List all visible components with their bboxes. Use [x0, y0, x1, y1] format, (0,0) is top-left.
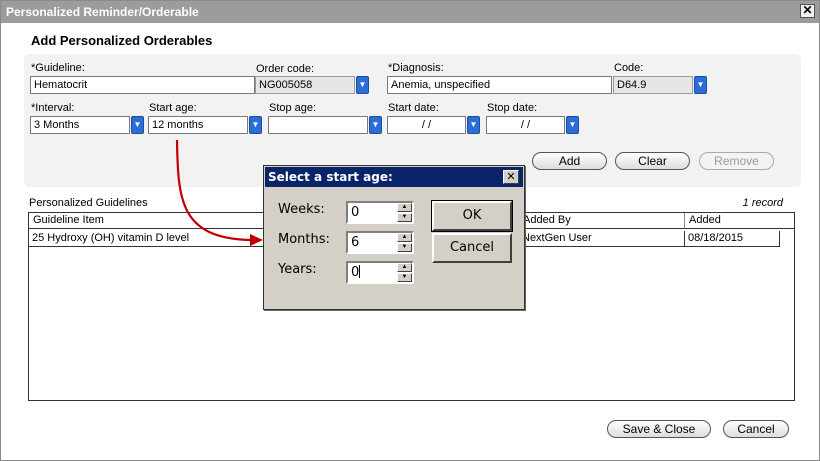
code-dropdown-icon[interactable]: ▼: [694, 76, 707, 94]
start-date-dropdown-icon[interactable]: ▼: [467, 116, 480, 134]
guideline-label: *Guideline:: [31, 62, 85, 74]
months-stepper[interactable]: 6 ▲ ▼: [346, 231, 414, 254]
spin-down-icon[interactable]: ▼: [397, 273, 412, 282]
cancel-button[interactable]: Cancel: [723, 420, 789, 438]
months-spin-buttons: ▲ ▼: [397, 233, 412, 252]
record-count: 1 record: [742, 197, 783, 209]
dialog-cancel-button[interactable]: Cancel: [432, 233, 512, 263]
text-caret: [359, 265, 361, 278]
spin-down-icon[interactable]: ▼: [397, 243, 412, 252]
window-close-icon[interactable]: ✕: [800, 4, 815, 18]
remove-button: Remove: [699, 152, 774, 170]
cell-added: 08/18/2015: [685, 231, 780, 247]
months-label: Months:: [278, 232, 330, 247]
interval-label: *Interval:: [31, 102, 75, 114]
spin-up-icon[interactable]: ▲: [397, 203, 412, 212]
dialog-titlebar: Select a start age: ✕: [265, 167, 523, 187]
spin-down-icon[interactable]: ▼: [397, 213, 412, 222]
weeks-value: 0: [351, 205, 360, 220]
stop-age-dropdown-icon[interactable]: ▼: [369, 116, 382, 134]
weeks-stepper[interactable]: 0 ▲ ▼: [346, 201, 414, 224]
grid-title: Personalized Guidelines: [29, 197, 148, 209]
stop-age-select[interactable]: [268, 116, 368, 134]
spin-up-icon[interactable]: ▲: [397, 263, 412, 272]
interval-dropdown-icon[interactable]: ▼: [131, 116, 144, 134]
start-age-select[interactable]: 12 months: [148, 116, 248, 134]
code-field: D64.9: [613, 76, 693, 94]
spin-up-icon[interactable]: ▲: [397, 233, 412, 242]
weeks-label: Weeks:: [278, 202, 325, 217]
years-label: Years:: [278, 262, 317, 277]
start-age-dropdown-icon[interactable]: ▼: [249, 116, 262, 134]
diagnosis-field[interactable]: Anemia, unspecified: [387, 76, 612, 94]
order-code-field: NG005058: [255, 76, 355, 94]
start-age-label: Start age:: [149, 102, 197, 114]
start-age-dialog: Select a start age: ✕ Weeks: 0 ▲ ▼ Month…: [263, 165, 525, 310]
clear-button[interactable]: Clear: [615, 152, 690, 170]
window-title: Personalized Reminder/Orderable: [6, 5, 199, 19]
order-code-dropdown-icon[interactable]: ▼: [356, 76, 369, 94]
start-date-label: Start date:: [388, 102, 439, 114]
years-stepper[interactable]: 0 ▲ ▼: [346, 261, 414, 284]
guideline-field[interactable]: Hematocrit: [30, 76, 255, 94]
add-button[interactable]: Add: [532, 152, 607, 170]
column-header-added[interactable]: Added: [685, 213, 794, 229]
order-code-label: Order code:: [256, 63, 315, 75]
start-date-field[interactable]: / /: [387, 116, 466, 134]
ok-button[interactable]: OK: [431, 200, 513, 232]
stop-date-field[interactable]: / /: [486, 116, 565, 134]
window-titlebar: Personalized Reminder/Orderable ✕: [1, 1, 819, 23]
diagnosis-label: *Diagnosis:: [388, 62, 444, 74]
stop-date-dropdown-icon[interactable]: ▼: [566, 116, 579, 134]
years-value: 0: [351, 265, 360, 280]
column-header-added-by[interactable]: Added By: [519, 213, 685, 229]
code-label: Code:: [614, 62, 644, 74]
cell-added-by: NextGen User: [519, 231, 685, 247]
page-title: Add Personalized Orderables: [31, 33, 213, 48]
interval-select[interactable]: 3 Months: [30, 116, 130, 134]
dialog-title: Select a start age:: [268, 170, 393, 184]
stop-date-label: Stop date:: [487, 102, 538, 114]
stop-age-label: Stop age:: [269, 102, 317, 114]
dialog-close-icon[interactable]: ✕: [503, 170, 519, 184]
years-spin-buttons: ▲ ▼: [397, 263, 412, 282]
save-close-button[interactable]: Save & Close: [607, 420, 711, 438]
weeks-spin-buttons: ▲ ▼: [397, 203, 412, 222]
months-value: 6: [351, 235, 360, 250]
